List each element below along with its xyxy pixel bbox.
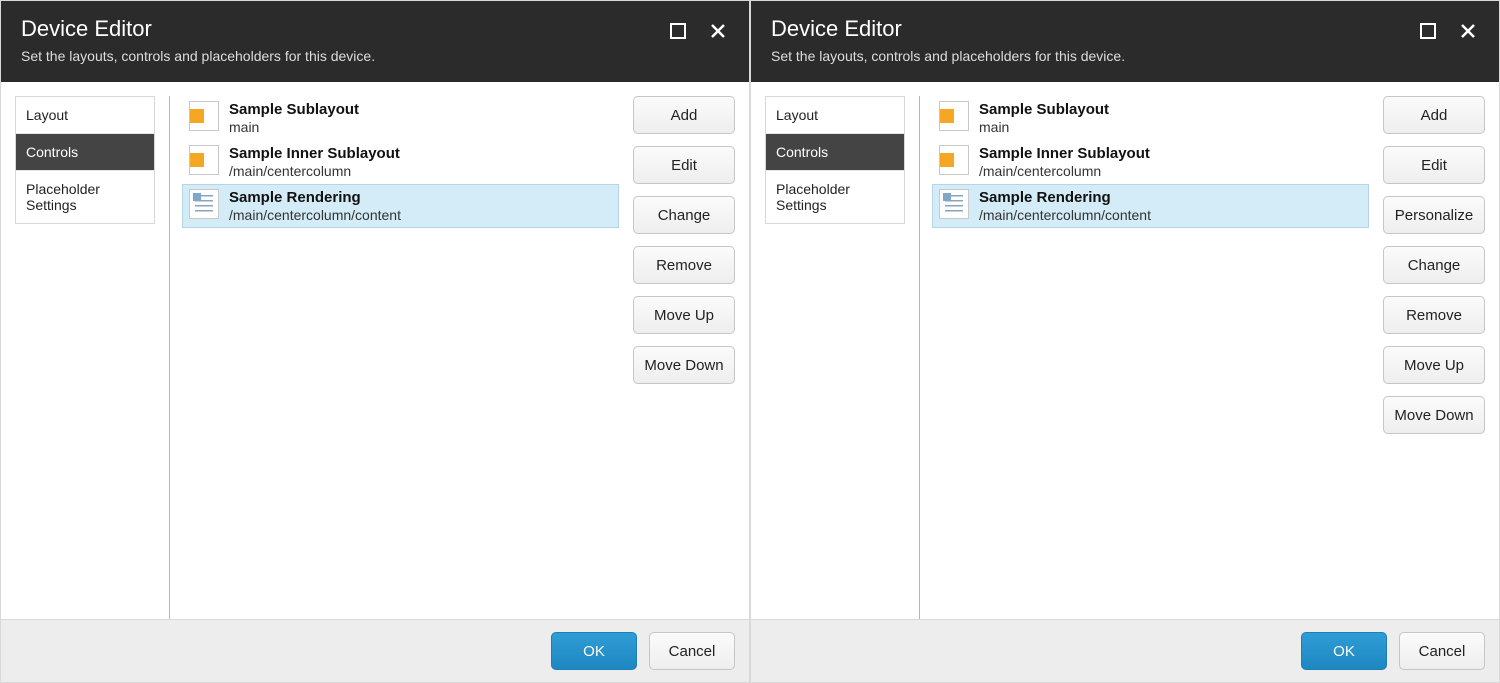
sidebar-item-controls[interactable]: Controls <box>766 134 904 171</box>
sidebar-item-label: Placeholder Settings <box>776 181 850 213</box>
dialog-footer: OK Cancel <box>751 619 1499 682</box>
device-editor-panel-left: Device Editor Set the layouts, controls … <box>0 0 750 683</box>
dialog-title: Device Editor <box>21 16 375 42</box>
action-buttons: Add Edit Personalize Change Remove Move … <box>1383 96 1485 619</box>
sidebar-item-label: Layout <box>776 107 818 123</box>
sublayout-icon <box>939 145 969 175</box>
list-item[interactable]: Sample Rendering /main/centercolumn/cont… <box>932 184 1369 228</box>
controls-list: Sample Sublayout main Sample Inner Subla… <box>932 96 1369 619</box>
list-item-title: Sample Sublayout <box>229 101 359 118</box>
sublayout-icon <box>189 145 219 175</box>
sidebar-item-label: Layout <box>26 107 68 123</box>
dialog-header: Device Editor Set the layouts, controls … <box>751 1 1499 82</box>
controls-list: Sample Sublayout main Sample Inner Subla… <box>182 96 619 619</box>
list-item[interactable]: Sample Sublayout main <box>932 96 1369 140</box>
ok-button[interactable]: OK <box>551 632 637 670</box>
dialog-subtitle: Set the layouts, controls and placeholde… <box>771 48 1125 64</box>
list-item-sub: /main/centercolumn <box>229 163 400 179</box>
dialog-header-text: Device Editor Set the layouts, controls … <box>21 16 375 64</box>
dialog-header: Device Editor Set the layouts, controls … <box>1 1 749 82</box>
dialog-window-controls <box>1417 16 1479 42</box>
list-item-sub: main <box>229 119 359 135</box>
list-item-title: Sample Rendering <box>979 189 1151 206</box>
dialog-header-text: Device Editor Set the layouts, controls … <box>771 16 1125 64</box>
sidebar-item-placeholder-settings[interactable]: Placeholder Settings <box>766 171 904 223</box>
dialog-subtitle: Set the layouts, controls and placeholde… <box>21 48 375 64</box>
dialog-body: Layout Controls Placeholder Settings Sam… <box>1 82 749 619</box>
list-item[interactable]: Sample Inner Sublayout /main/centercolum… <box>182 140 619 184</box>
sidebar-item-placeholder-settings[interactable]: Placeholder Settings <box>16 171 154 223</box>
list-item-sub: main <box>979 119 1109 135</box>
sidebar-item-layout[interactable]: Layout <box>16 97 154 134</box>
sublayout-icon <box>939 101 969 131</box>
list-item[interactable]: Sample Sublayout main <box>182 96 619 140</box>
close-icon[interactable] <box>1457 20 1479 42</box>
cancel-button[interactable]: Cancel <box>1399 632 1485 670</box>
edit-button[interactable]: Edit <box>1383 146 1485 184</box>
dialog-title: Device Editor <box>771 16 1125 42</box>
maximize-icon[interactable] <box>1417 20 1439 42</box>
main-content: Sample Sublayout main Sample Inner Subla… <box>169 96 735 619</box>
ok-button[interactable]: OK <box>1301 632 1387 670</box>
sidebar-item-controls[interactable]: Controls <box>16 134 154 171</box>
sidebar-item-label: Controls <box>776 144 828 160</box>
personalize-button[interactable]: Personalize <box>1383 196 1485 234</box>
change-button[interactable]: Change <box>1383 246 1485 284</box>
action-group: Move Up Move Down <box>633 296 735 384</box>
close-icon[interactable] <box>707 20 729 42</box>
list-item[interactable]: Sample Inner Sublayout /main/centercolum… <box>932 140 1369 184</box>
maximize-icon[interactable] <box>667 20 689 42</box>
list-item-sub: /main/centercolumn/content <box>229 207 401 223</box>
dialog-window-controls <box>667 16 729 42</box>
sidebar: Layout Controls Placeholder Settings <box>15 96 155 224</box>
device-editor-panel-right: Device Editor Set the layouts, controls … <box>750 0 1500 683</box>
rendering-icon <box>939 189 969 219</box>
sidebar: Layout Controls Placeholder Settings <box>765 96 905 224</box>
add-button[interactable]: Add <box>1383 96 1485 134</box>
action-group: Add Edit Change Remove <box>633 96 735 284</box>
action-group: Add Edit Personalize Change Remove <box>1383 96 1485 334</box>
sidebar-item-label: Controls <box>26 144 78 160</box>
add-button[interactable]: Add <box>633 96 735 134</box>
change-button[interactable]: Change <box>633 196 735 234</box>
main-content: Sample Sublayout main Sample Inner Subla… <box>919 96 1485 619</box>
list-item-title: Sample Inner Sublayout <box>229 145 400 162</box>
action-buttons: Add Edit Change Remove Move Up Move Down <box>633 96 735 619</box>
cancel-button[interactable]: Cancel <box>649 632 735 670</box>
sublayout-icon <box>189 101 219 131</box>
move-down-button[interactable]: Move Down <box>1383 396 1485 434</box>
remove-button[interactable]: Remove <box>1383 296 1485 334</box>
list-item-title: Sample Inner Sublayout <box>979 145 1150 162</box>
list-item[interactable]: Sample Rendering /main/centercolumn/cont… <box>182 184 619 228</box>
sidebar-item-layout[interactable]: Layout <box>766 97 904 134</box>
rendering-icon <box>189 189 219 219</box>
move-up-button[interactable]: Move Up <box>633 296 735 334</box>
list-item-title: Sample Rendering <box>229 189 401 206</box>
edit-button[interactable]: Edit <box>633 146 735 184</box>
move-down-button[interactable]: Move Down <box>633 346 735 384</box>
list-item-title: Sample Sublayout <box>979 101 1109 118</box>
dialog-body: Layout Controls Placeholder Settings Sam… <box>751 82 1499 619</box>
dialog-footer: OK Cancel <box>1 619 749 682</box>
remove-button[interactable]: Remove <box>633 246 735 284</box>
list-item-sub: /main/centercolumn <box>979 163 1150 179</box>
list-item-sub: /main/centercolumn/content <box>979 207 1151 223</box>
move-up-button[interactable]: Move Up <box>1383 346 1485 384</box>
action-group: Move Up Move Down <box>1383 346 1485 434</box>
sidebar-item-label: Placeholder Settings <box>26 181 100 213</box>
